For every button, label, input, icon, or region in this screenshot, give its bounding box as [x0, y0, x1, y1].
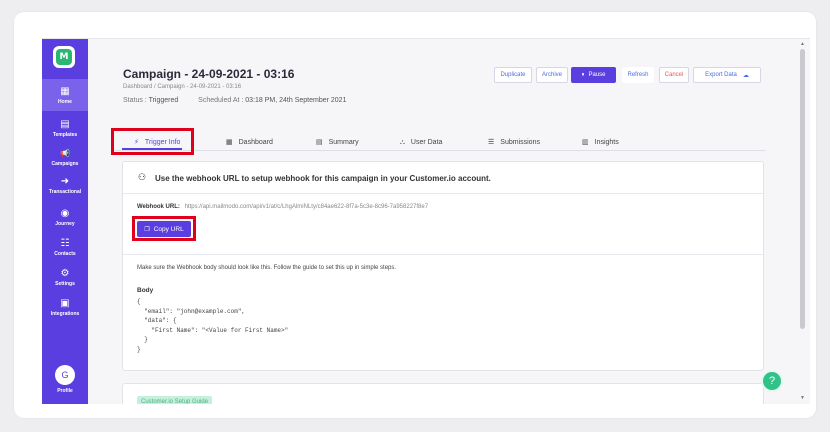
- webhook-icon: ⚇: [138, 173, 147, 183]
- scheduled-value: 03:18 PM, 24th September 2021: [245, 97, 347, 104]
- webhook-url-value[interactable]: https://api.mailmodo.com/api/v1/at/c/Lhg…: [185, 204, 428, 210]
- tab-dashboard[interactable]: ▦ Dashboard: [226, 135, 273, 149]
- webhook-body-code: { "email": "john@example.com", "data": {…: [137, 298, 289, 353]
- avatar[interactable]: G: [55, 365, 75, 385]
- tab-label: Submissions: [500, 138, 540, 146]
- integrations-icon: ▣: [60, 297, 70, 309]
- summary-icon: ▤: [316, 138, 323, 146]
- tab-label: Insights: [594, 138, 619, 146]
- sidebar-item-label: Transactional: [48, 188, 82, 195]
- webhook-url-row: Webhook URL: https://api.mailmodo.com/ap…: [137, 204, 428, 210]
- megaphone-icon: 📢: [60, 148, 70, 158]
- sidebar-item-label: Journey: [55, 220, 75, 227]
- screenshot-frame: M ▦ Home ▤ Templates 📢 Campaigns ➜ Trans…: [14, 12, 816, 418]
- sidebar-item-home[interactable]: ▦ Home: [42, 79, 88, 111]
- webhook-card-title: Use the webhook URL to setup webhook for…: [155, 174, 491, 183]
- template-icon: ▤: [60, 118, 70, 130]
- webhook-url-label: Webhook URL:: [137, 204, 180, 210]
- tab-user-data[interactable]: ⛬ User Data: [400, 135, 442, 149]
- contacts-icon: ☷: [60, 237, 70, 249]
- dashboard-icon: ▦: [226, 138, 233, 146]
- webhook-card-header: ⚇ Use the webhook URL to setup webhook f…: [123, 162, 763, 194]
- help-button[interactable]: ?: [761, 370, 783, 392]
- webhook-card: ⚇ Use the webhook URL to setup webhook f…: [122, 161, 764, 371]
- grid-icon: ▦: [60, 85, 70, 97]
- body-label: Body: [137, 287, 154, 294]
- tabs-divider: [112, 150, 766, 151]
- sidebar-item-label: Home: [58, 98, 72, 105]
- pause-icon: ⏸: [581, 71, 585, 78]
- tab-label: Summary: [328, 138, 359, 146]
- scrollbar[interactable]: [800, 49, 805, 329]
- export-data-button[interactable]: Export Data ☁: [693, 67, 761, 83]
- mailmodo-logo-icon: M: [56, 49, 72, 65]
- arrow-circle-icon: ➜: [60, 175, 70, 187]
- tab-insights[interactable]: ▥ Insights: [582, 135, 619, 149]
- webhook-body-note: Make sure the Webhook body should look l…: [137, 265, 397, 271]
- bar-chart-icon: ▥: [582, 138, 589, 146]
- breadcrumb[interactable]: Dashboard / Campaign - 24-09-2021 - 03:1…: [123, 84, 241, 90]
- question-icon: ?: [768, 375, 776, 387]
- sidebar-item-label: Settings: [55, 280, 75, 287]
- export-data-label: Export Data: [705, 72, 737, 78]
- page-title: Campaign - 24-09-2021 - 03:16: [123, 67, 295, 81]
- sidebar-item-integrations[interactable]: ▣ Integrations: [42, 291, 88, 323]
- tab-submissions[interactable]: ☰ Submissions: [488, 135, 540, 149]
- sidebar-item-journey[interactable]: ◉ Journey: [42, 201, 88, 233]
- duplicate-button[interactable]: Duplicate: [494, 67, 532, 83]
- highlight-copy-url: [132, 216, 196, 241]
- sidebar-item-label: Templates: [52, 131, 78, 138]
- status-label: Status :: [123, 97, 147, 104]
- sidebar-item-label: Integrations: [50, 310, 80, 317]
- logo[interactable]: M: [53, 46, 75, 68]
- gear-icon: ⚙: [60, 267, 70, 279]
- sidebar-item-settings[interactable]: ⚙ Settings: [42, 261, 88, 293]
- pause-button[interactable]: ⏸ Pause: [571, 67, 616, 83]
- status-value: Triggered: [148, 97, 179, 104]
- guide-card: Customer.io Setup Guide: [122, 383, 764, 404]
- scroll-up-arrow-icon[interactable]: ▲: [800, 41, 805, 47]
- tab-label: User Data: [410, 138, 443, 146]
- cancel-button[interactable]: Cancel: [659, 67, 689, 83]
- sidebar: M ▦ Home ▤ Templates 📢 Campaigns ➜ Trans…: [42, 39, 88, 404]
- status-row: Status : Triggered Scheduled At : 03:18 …: [123, 97, 346, 104]
- tab-label: Dashboard: [238, 138, 273, 146]
- tab-summary[interactable]: ▤ Summary: [316, 135, 359, 149]
- sidebar-item-label: Campaigns: [51, 160, 79, 167]
- sidebar-item-transactional[interactable]: ➜ Transactional: [42, 169, 88, 201]
- app-window: M ▦ Home ▤ Templates 📢 Campaigns ➜ Trans…: [42, 38, 810, 404]
- sidebar-item-label: Contacts: [54, 250, 76, 257]
- cloud-upload-icon: ☁: [742, 71, 749, 79]
- journey-icon: ◉: [60, 207, 70, 219]
- card-divider: [123, 254, 763, 255]
- sidebar-item-templates[interactable]: ▤ Templates: [42, 112, 88, 144]
- scroll-down-arrow-icon[interactable]: ▼: [800, 395, 805, 401]
- highlight-trigger-info: [111, 128, 194, 155]
- refresh-button[interactable]: Refresh: [622, 67, 654, 83]
- sidebar-item-contacts[interactable]: ☷ Contacts: [42, 231, 88, 263]
- guide-badge[interactable]: Customer.io Setup Guide: [137, 396, 213, 404]
- archive-button[interactable]: Archive: [536, 67, 568, 83]
- users-icon: ⛬: [400, 137, 405, 146]
- profile-label: Profile: [57, 388, 73, 394]
- list-icon: ☰: [488, 138, 495, 146]
- scheduled-label: Scheduled At :: [198, 97, 244, 104]
- pause-label: Pause: [588, 72, 606, 78]
